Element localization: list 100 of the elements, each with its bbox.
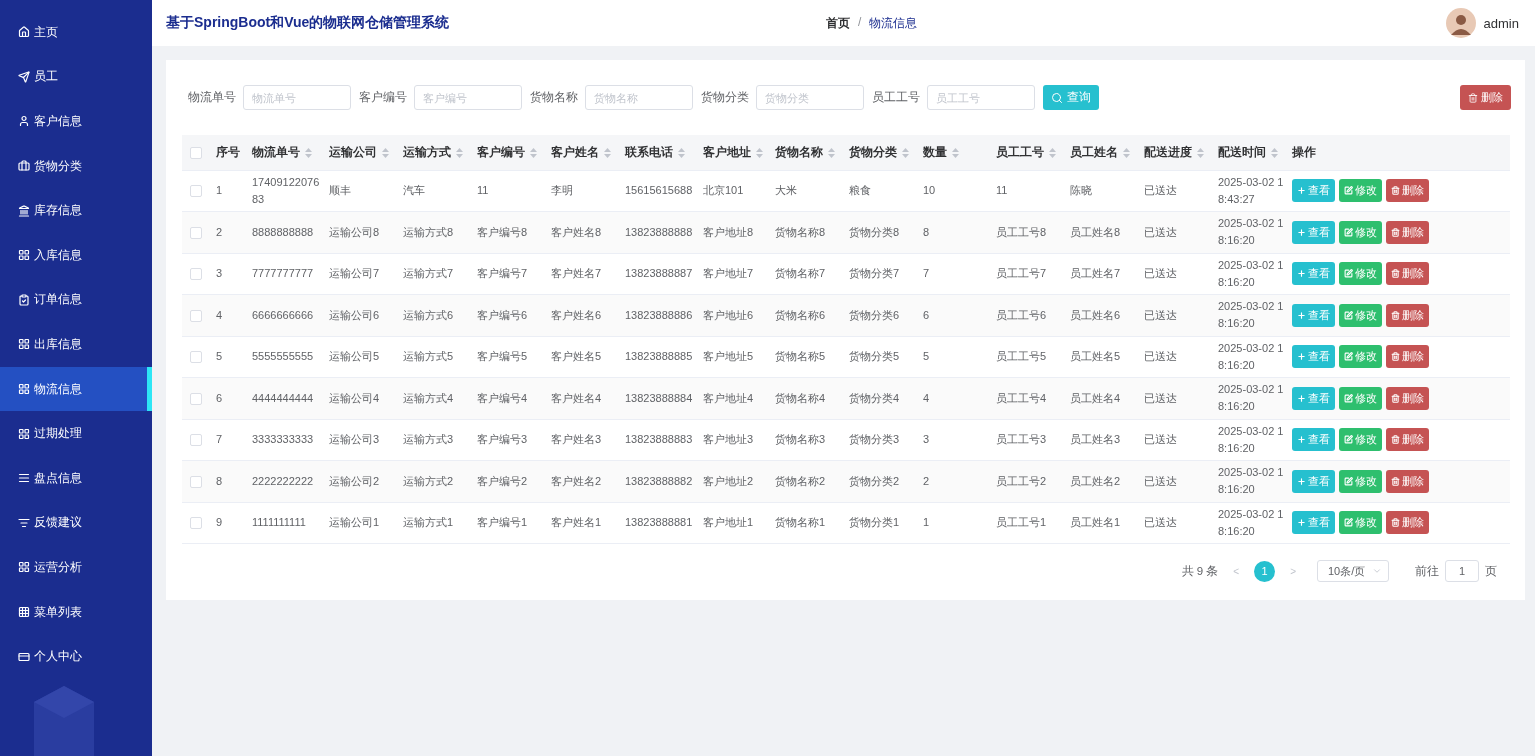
column-header[interactable]: 联系电话 [621, 135, 699, 170]
table-cell: 13823888883 [621, 419, 699, 461]
checkbox[interactable] [190, 517, 202, 530]
sort-icon[interactable] [678, 147, 685, 158]
table-cell: 11 [473, 170, 547, 212]
checkbox[interactable] [190, 185, 202, 198]
column-header[interactable]: 配送进度 [1140, 135, 1214, 170]
sort-icon[interactable] [952, 147, 959, 158]
sidebar-item[interactable]: 库存信息 [0, 188, 152, 233]
table-cell: 2222222222 [248, 460, 325, 502]
app-title: 基于SpringBoot和Vue的物联网仓储管理系统 [166, 14, 451, 32]
delete-button[interactable]: 删除 [1386, 469, 1429, 493]
delete-button[interactable]: 删除 [1460, 85, 1511, 110]
sidebar-item[interactable]: 货物分类 [0, 143, 152, 189]
sidebar-item[interactable]: 过期处理 [0, 411, 152, 456]
table-cell: 7777777777 [248, 253, 325, 295]
column-header[interactable]: 员工工号 [992, 135, 1066, 170]
checkbox[interactable] [190, 475, 202, 488]
column-header[interactable]: 客户地址 [699, 135, 771, 170]
avatar-icon[interactable] [1445, 8, 1476, 38]
checkbox[interactable] [190, 226, 202, 239]
checkbox[interactable] [190, 434, 202, 447]
page-size-select[interactable]: 10条/页 [1317, 560, 1389, 582]
delete-button[interactable]: 删除 [1386, 303, 1429, 327]
table-cell: 员工工号7 [992, 253, 1066, 295]
checkbox[interactable] [190, 268, 202, 281]
column-header[interactable]: 运输公司 [325, 135, 399, 170]
column-header[interactable]: 客户编号 [473, 135, 547, 170]
sidebar-item[interactable]: 订单信息 [0, 277, 152, 323]
table-cell: 货物名称2 [771, 460, 845, 502]
trash-icon [1391, 393, 1400, 403]
breadcrumb-separator: / [858, 14, 862, 31]
sort-icon[interactable] [828, 147, 835, 158]
column-header[interactable]: 配送时间 [1214, 135, 1288, 170]
username[interactable]: admin [1483, 15, 1519, 31]
table-cell: 客户地址3 [699, 419, 771, 461]
column-header[interactable]: 货物分类 [845, 135, 919, 170]
column-header[interactable]: 客户姓名 [547, 135, 621, 170]
delete-button[interactable]: 删除 [1386, 179, 1429, 203]
table-cell: 1 [919, 502, 992, 544]
table-cell: 货物分类7 [845, 253, 919, 295]
sidebar-item[interactable]: 员工 [0, 54, 152, 100]
sort-icon[interactable] [382, 147, 389, 158]
column-header: 操作 [1288, 135, 1510, 170]
breadcrumb-link[interactable]: 首页 [826, 14, 850, 32]
table-cell: 运输公司5 [325, 336, 399, 378]
sidebar-item[interactable]: 个人中心 [0, 634, 152, 679]
column-header[interactable]: 物流单号 [248, 135, 325, 170]
field-label: 物流单号 [188, 90, 236, 105]
table-cell: 客户编号5 [473, 336, 547, 378]
table-cell: 客户编号7 [473, 253, 547, 295]
sidebar-item[interactable]: 运营分析 [0, 545, 152, 590]
sidebar-item[interactable]: 菜单列表 [0, 589, 152, 635]
table-cell: 已送达 [1140, 502, 1214, 544]
sort-icon[interactable] [1049, 147, 1056, 158]
sort-icon[interactable] [530, 147, 537, 158]
sort-icon[interactable] [1123, 147, 1130, 158]
sidebar-item[interactable]: 主页 [0, 10, 152, 55]
column-header[interactable]: 数量 [919, 135, 992, 170]
column-header[interactable]: 运输方式 [399, 135, 473, 170]
table-cell: 员工姓名2 [1066, 460, 1140, 502]
checkbox[interactable] [190, 351, 202, 364]
delete-button[interactable]: 删除 [1386, 220, 1429, 244]
table-cell: 员工姓名7 [1066, 253, 1140, 295]
sidebar-item[interactable]: 入库信息 [0, 232, 152, 278]
sidebar-item[interactable]: 物流信息 [0, 366, 152, 412]
table-cell: 运输方式4 [399, 377, 473, 419]
search-icon [1051, 91, 1063, 104]
checkbox[interactable] [190, 392, 202, 405]
sidebar-item[interactable]: 出库信息 [0, 322, 152, 367]
table-cell: 客户编号3 [473, 419, 547, 461]
sort-icon[interactable] [456, 147, 463, 158]
sort-icon[interactable] [756, 147, 763, 158]
column-header[interactable]: 货物名称 [771, 135, 845, 170]
delete-button[interactable]: 删除 [1386, 511, 1429, 535]
checkbox[interactable] [190, 146, 202, 159]
trash-icon [1391, 227, 1400, 237]
grid-icon [18, 338, 30, 351]
delete-button[interactable]: 删除 [1386, 345, 1429, 369]
sort-icon[interactable] [902, 147, 909, 158]
edit-icon [1344, 352, 1353, 362]
sidebar-item[interactable]: 盘点信息 [0, 455, 152, 501]
sidebar-item[interactable]: 反馈建议 [0, 500, 152, 546]
checkbox[interactable] [190, 309, 202, 322]
delete-button[interactable]: 删除 [1386, 428, 1429, 452]
sort-icon[interactable] [604, 147, 611, 158]
sort-icon[interactable] [1271, 147, 1278, 158]
page-input[interactable]: 1 [1445, 560, 1479, 582]
table-cell: 员工姓名1 [1066, 502, 1140, 544]
table-cell: 货物分类1 [845, 502, 919, 544]
delete-button[interactable]: 删除 [1386, 386, 1429, 410]
table-cell: 9 [212, 502, 248, 544]
sort-icon[interactable] [1197, 147, 1204, 158]
delete-button[interactable]: 删除 [1386, 262, 1429, 286]
grid-icon [18, 561, 30, 574]
sort-icon[interactable] [305, 147, 312, 158]
table-cell: 运输公司6 [325, 294, 399, 336]
column-header[interactable]: 员工姓名 [1066, 135, 1140, 170]
plus-icon [1297, 227, 1306, 237]
sidebar-item[interactable]: 客户信息 [0, 99, 152, 144]
